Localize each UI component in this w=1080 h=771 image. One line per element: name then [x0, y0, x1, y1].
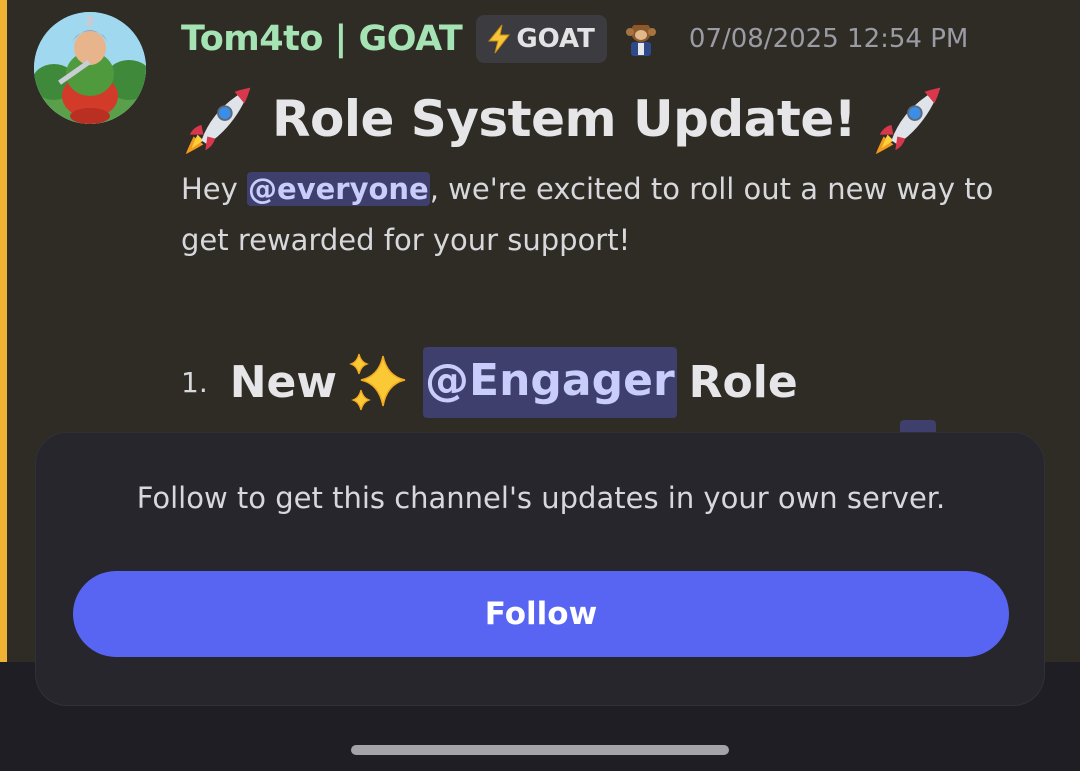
follow-prompt-text: Follow to get this channel's updates in …	[136, 481, 946, 515]
home-indicator[interactable]	[351, 745, 729, 755]
body-greeting: Hey	[181, 172, 248, 206]
follow-button[interactable]: Follow	[73, 571, 1009, 657]
message-heading: Role System Update!	[180, 78, 948, 160]
everyone-mention[interactable]: @everyone	[247, 172, 430, 206]
list-item: 1. New @Engager Role	[181, 342, 798, 422]
avatar-image	[34, 12, 146, 124]
message-header: Tom4to | GOAT GOAT 07/08/2025 12:54 PM	[181, 14, 968, 64]
message-title: Role System Update!	[272, 90, 857, 148]
follow-channel-popup: Follow to get this channel's updates in …	[35, 432, 1045, 706]
rocket-emoji-right	[875, 87, 941, 155]
server-tag-label: GOAT	[516, 24, 595, 54]
author-name[interactable]: Tom4to | GOAT	[181, 19, 463, 59]
message-body: Hey @everyone, we're excited to roll out…	[181, 164, 1041, 266]
monkey-icon[interactable]	[621, 18, 661, 60]
list-prefix: New	[229, 356, 338, 408]
lightning-bolt-icon	[488, 24, 511, 54]
engager-role-mention[interactable]: @Engager	[423, 346, 677, 418]
sparkles-emoji	[349, 353, 406, 411]
list-number: 1.	[181, 365, 208, 399]
avatar[interactable]	[34, 12, 146, 124]
mention-highlight-bar	[0, 0, 7, 662]
message-timestamp: 07/08/2025 12:54 PM	[688, 24, 969, 54]
list-suffix: Role	[688, 356, 798, 408]
server-tag-badge[interactable]: GOAT	[476, 15, 607, 63]
discord-screen: Tom4to | GOAT GOAT 07/08/2025 12:54 PM R…	[0, 0, 1080, 771]
rocket-emoji-left	[185, 87, 251, 155]
